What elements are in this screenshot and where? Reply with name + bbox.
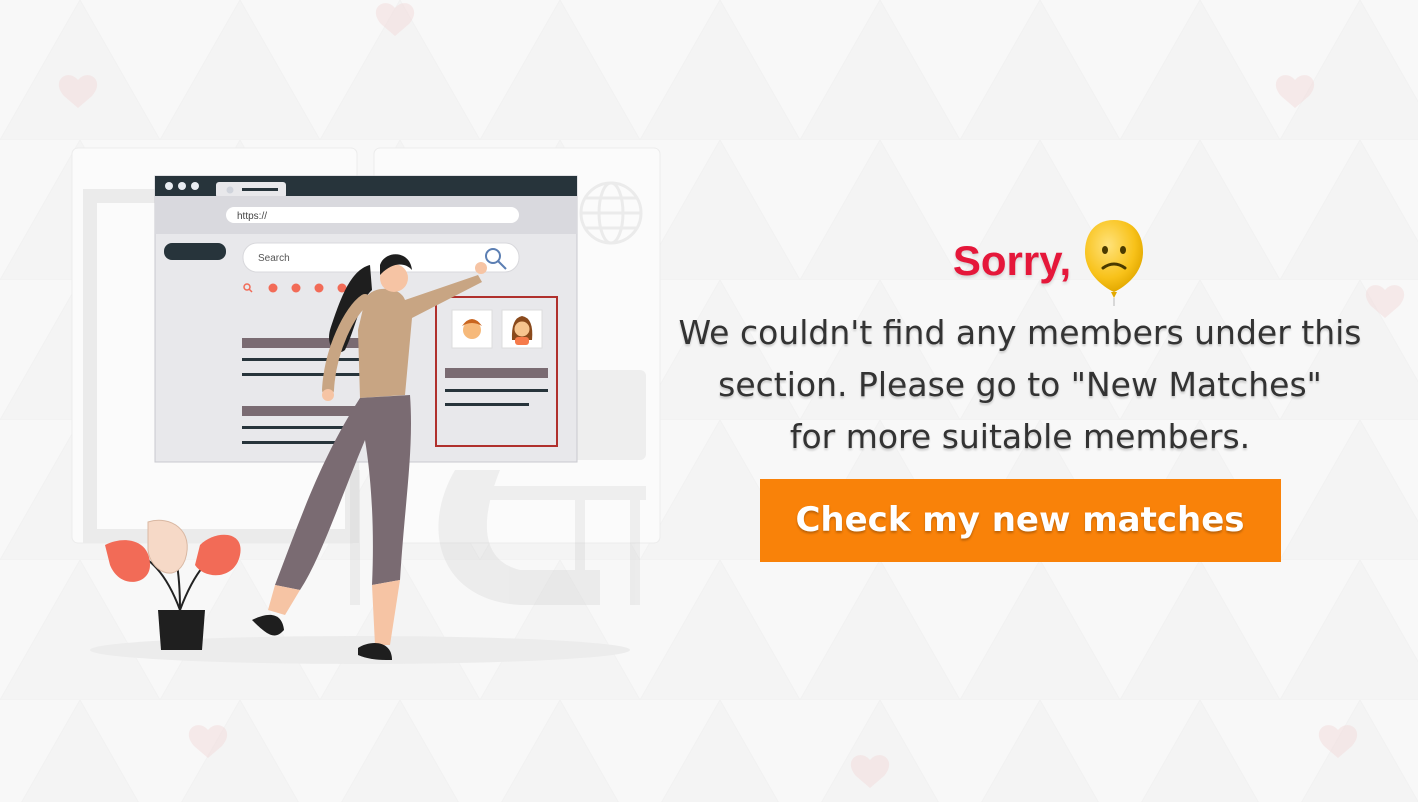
- description-line-2: section. Please go to "New Matches": [718, 365, 1322, 404]
- search-placeholder-text: Search: [258, 253, 290, 264]
- sad-face-balloon-icon: [1085, 220, 1144, 306]
- check-new-matches-button[interactable]: Check my new matches: [759, 479, 1281, 562]
- empty-state-description: We couldn't find any members under this …: [640, 307, 1400, 463]
- url-text: https://: [237, 211, 267, 222]
- empty-state-message: Sorry, We couldn't find any members unde…: [640, 215, 1400, 562]
- description-line-3: for more suitable members.: [789, 417, 1251, 456]
- search-illustration: https:// Search: [71, 147, 661, 664]
- description-line-1: We couldn't find any members under this: [678, 313, 1362, 352]
- sorry-heading-row: Sorry,: [700, 215, 1400, 307]
- sorry-heading: Sorry,: [952, 237, 1072, 284]
